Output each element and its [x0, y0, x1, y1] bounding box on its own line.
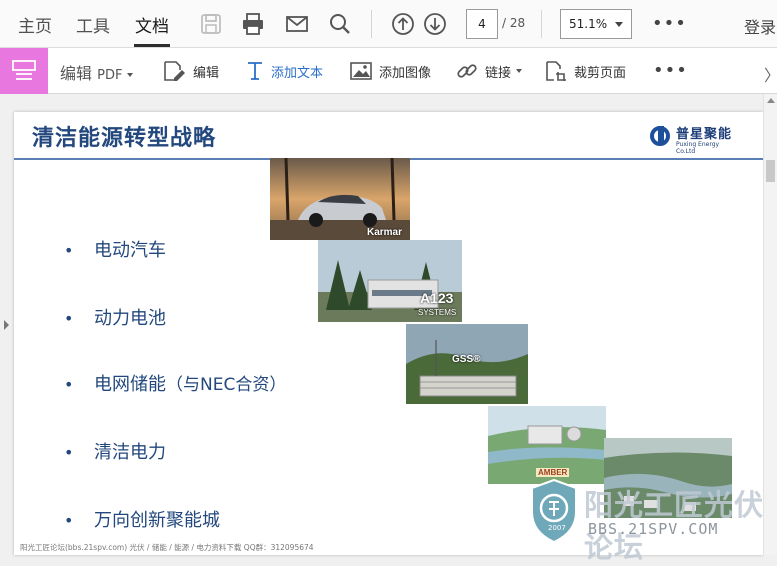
bullet-text: 动力电池 — [94, 308, 166, 329]
company-logo: 普星聚能 Puxing Energy Co.Ltd — [646, 122, 738, 155]
page-number-input[interactable]: 4 — [466, 9, 498, 39]
forum-shield-logo — [530, 478, 578, 544]
scroll-up-icon[interactable] — [767, 98, 775, 103]
grid-storage-photo: GSS® — [406, 324, 528, 404]
image-icon — [350, 62, 372, 80]
battery-plant-photo: A123 SYSTEMS — [318, 240, 462, 322]
save-icon[interactable] — [198, 11, 224, 37]
link-icon — [457, 64, 477, 78]
text-tool-icon — [248, 62, 262, 80]
panel-layout-icon — [12, 60, 36, 80]
bullet-text: 清洁电力 — [94, 442, 166, 463]
logo-subtitle: Puxing Energy Co.Ltd — [676, 141, 720, 155]
edit-pdf-menu[interactable]: 编辑 PDF — [60, 60, 134, 84]
karmar-caption: Karmar — [366, 227, 402, 238]
chevron-down-icon — [615, 22, 623, 27]
edit-panel-toggle[interactable] — [0, 48, 48, 94]
electric-car-photo: Karmar — [270, 158, 410, 240]
toolbar-divider — [371, 10, 372, 38]
bullet-dot: • — [64, 309, 74, 328]
chevron-down-icon — [127, 72, 134, 77]
amber-caption: AMBER — [536, 468, 570, 477]
more-options-icon[interactable]: ••• — [652, 13, 687, 34]
edit-toolbar: 编辑 PDF 编辑 添加文本 添加图像 链接 裁剪页面 ••• 〉 — [0, 48, 777, 94]
a123-caption: A123 — [420, 290, 454, 306]
page-footer-note: 阳光工匠论坛(bbs.21spv.com) 光伏 / 储能 / 能源 / 电力资… — [20, 543, 314, 552]
zoom-value: 51.1% — [569, 17, 608, 31]
bullet-dot: • — [64, 375, 74, 394]
bullet-dot: • — [64, 241, 74, 260]
add-text-button[interactable]: 添加文本 — [246, 48, 323, 94]
edit-pdf-label: 编辑 — [60, 64, 93, 83]
search-icon[interactable] — [327, 11, 353, 37]
chevron-right-icon[interactable]: 〉 — [764, 62, 777, 86]
gss-caption: GSS® — [452, 354, 481, 365]
watermark-url: BBS.21SPV.COM — [588, 520, 719, 538]
more-tools-icon[interactable]: ••• — [653, 60, 688, 81]
bullet-note: （与NEC合资） — [166, 375, 287, 395]
bullet-item: • 万向创新聚能城 — [64, 506, 220, 532]
logo-name: 普星聚能 — [676, 127, 733, 142]
link-menu[interactable]: 链接 — [456, 48, 523, 94]
left-panel-toggle-icon[interactable] — [4, 320, 9, 330]
bullet-item: • 电动汽车 — [64, 236, 166, 262]
tab-tools[interactable]: 工具 — [76, 12, 110, 37]
tab-document[interactable]: 文档 — [135, 12, 169, 37]
tab-home[interactable]: 主页 — [18, 12, 52, 37]
edit-button[interactable]: 编辑 — [162, 48, 219, 94]
add-image-label: 添加图像 — [379, 65, 432, 81]
chevron-down-icon — [516, 69, 523, 73]
crop-label: 裁剪页面 — [574, 65, 627, 81]
active-tab-indicator — [134, 44, 170, 47]
edit-label: 编辑 — [193, 65, 220, 81]
crop-icon — [546, 61, 566, 81]
bullet-item: • 清洁电力 — [64, 438, 166, 464]
bullet-item: • 动力电池 — [64, 304, 166, 330]
bullet-dot: • — [64, 511, 74, 530]
bullet-text: 电动汽车 — [94, 240, 166, 261]
watermark-year: 2007 — [548, 524, 566, 532]
zoom-select[interactable]: 51.1% — [560, 9, 632, 39]
next-page-icon[interactable] — [422, 11, 448, 37]
a123-subcaption: SYSTEMS — [418, 308, 457, 317]
add-text-label: 添加文本 — [271, 65, 324, 81]
bullet-text: 万向创新聚能城 — [94, 510, 220, 531]
toolbar-divider — [541, 10, 542, 38]
scroll-thumb[interactable] — [766, 160, 775, 182]
page-total: / 28 — [502, 16, 526, 30]
print-icon[interactable] — [240, 11, 266, 37]
bullet-text: 电网储能 — [94, 374, 166, 395]
edit-icon — [164, 61, 185, 81]
crop-pages-button[interactable]: 裁剪页面 — [545, 48, 626, 94]
bullet-dot: • — [64, 443, 74, 462]
previous-page-icon[interactable] — [390, 11, 416, 37]
mail-icon[interactable] — [284, 11, 310, 37]
edit-pdf-suffix: PDF — [97, 68, 123, 83]
link-label: 链接 — [485, 65, 512, 81]
slide-title: 清洁能源转型战略 — [32, 126, 217, 151]
bullet-item: • 电网储能（与NEC合资） — [64, 370, 286, 396]
add-image-button[interactable]: 添加图像 — [350, 48, 431, 94]
top-nav-bar: 主页 工具 文档 4 / 28 51.1% ••• 登录 — [0, 0, 777, 48]
logo-mark-icon — [650, 126, 670, 146]
power-plant-photo: AMBER — [488, 406, 606, 484]
login-button[interactable]: 登录 — [744, 14, 776, 38]
